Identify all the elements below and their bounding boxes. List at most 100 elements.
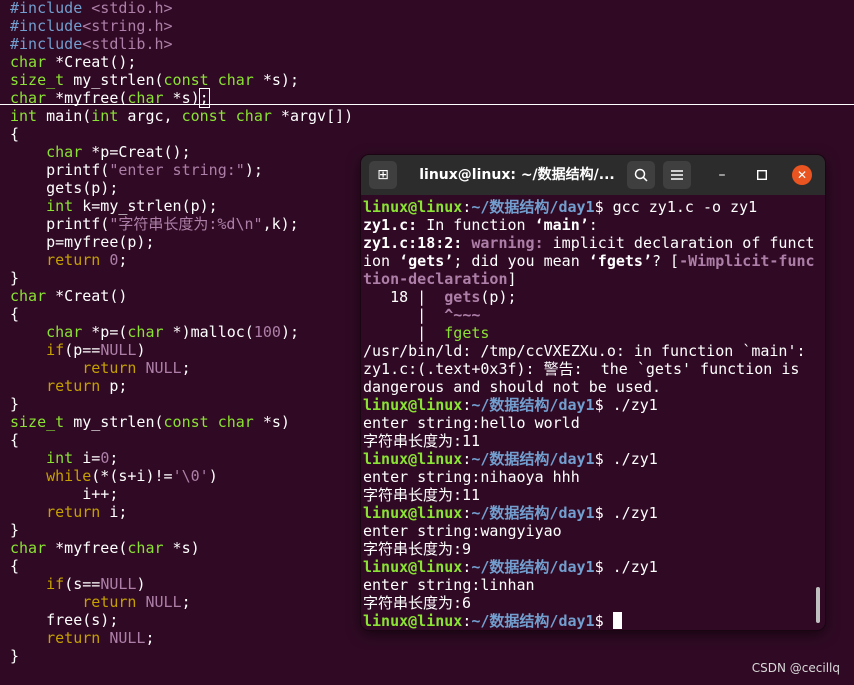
menu-button[interactable] bbox=[663, 161, 691, 189]
terminal-line: linux@linux:~/数据结构/day1$ ./zy1 bbox=[363, 504, 813, 522]
close-button[interactable]: ✕ bbox=[792, 165, 812, 185]
text-segment: *s); bbox=[253, 71, 299, 89]
text-segment: return bbox=[82, 593, 137, 611]
text-segment: { bbox=[10, 557, 20, 575]
terminal-line: /usr/bin/ld: /tmp/ccVXEZXu.o: in functio… bbox=[363, 342, 813, 360]
text-segment: *Creat(); bbox=[46, 53, 137, 71]
text-segment: free(s); bbox=[10, 611, 119, 629]
watermark: CSDN @cecillq bbox=[751, 661, 840, 675]
text-segment: char bbox=[10, 287, 47, 305]
text-segment: ; bbox=[181, 359, 191, 377]
terminal-line: | fgets bbox=[363, 324, 813, 342]
terminal-title: linux@linux: ~/数据结构/... bbox=[419, 167, 615, 183]
text-segment: ; bbox=[118, 251, 128, 269]
text-segment: size_t bbox=[10, 71, 65, 89]
text-segment: linux@linux bbox=[363, 396, 463, 414]
text-segment: ) bbox=[136, 341, 146, 359]
text-segment bbox=[10, 197, 46, 215]
text-segment: ~/数据结构/day1 bbox=[471, 504, 595, 522]
code-line: { bbox=[10, 125, 850, 143]
text-segment: ) bbox=[208, 467, 218, 485]
terminal-scrollbar[interactable] bbox=[816, 587, 820, 623]
text-segment: } bbox=[10, 521, 20, 539]
text-segment bbox=[209, 71, 218, 89]
text-segment: if bbox=[46, 341, 65, 359]
text-segment: "enter string:" bbox=[109, 161, 245, 179]
text-segment bbox=[10, 341, 46, 359]
text-segment: 字符串长度为:9 bbox=[363, 540, 472, 558]
new-tab-button[interactable]: ⊞ bbox=[369, 161, 397, 189]
text-segment: enter string:linhan bbox=[363, 576, 535, 594]
terminal-output[interactable]: linux@linux:~/数据结构/day1$ gcc zy1.c -o zy… bbox=[363, 198, 815, 630]
code-line: #include<stdlib.h> bbox=[10, 35, 850, 53]
text-segment bbox=[100, 629, 109, 647]
text-segment: fgets bbox=[444, 324, 490, 342]
text-segment: char bbox=[10, 53, 47, 71]
text-segment: ion bbox=[363, 252, 400, 270]
text-segment bbox=[10, 359, 82, 377]
text-segment: $ ./zy1 bbox=[594, 504, 658, 522]
terminal-line: enter string:linhan bbox=[363, 576, 813, 594]
code-line: char *Creat(); bbox=[10, 53, 850, 71]
text-segment: *p=Creat(); bbox=[82, 143, 191, 161]
text-segment: const bbox=[163, 71, 209, 89]
terminal-titlebar[interactable]: ⊞ linux@linux: ~/数据结构/... – ✕ bbox=[361, 155, 825, 195]
text-segment: linux@linux bbox=[363, 450, 463, 468]
search-button[interactable] bbox=[627, 161, 655, 189]
minimize-button[interactable]: – bbox=[712, 165, 732, 185]
text-segment bbox=[10, 503, 46, 521]
terminal-line: zy1.c:18:2: warning: implicit declaratio… bbox=[363, 234, 815, 252]
terminal-line: zy1.c: In function ‘main’: bbox=[363, 216, 813, 234]
text-segment: <stdlib.h> bbox=[82, 35, 173, 53]
text-segment: tion-declaration bbox=[363, 270, 508, 288]
text-segment: ‘fgets’ bbox=[588, 252, 652, 270]
text-segment: p=myfree(p); bbox=[10, 233, 155, 251]
text-segment: char bbox=[46, 323, 83, 341]
text-segment: "字符串长度为:%d\n" bbox=[109, 215, 263, 233]
text-segment: zy1.c: bbox=[363, 216, 418, 234]
text-segment: ; did you mean bbox=[453, 252, 589, 270]
terminal-line: | ^~~~ bbox=[363, 306, 813, 324]
text-segment: ~/数据结构/day1 bbox=[471, 198, 595, 216]
terminal-line: enter string:hello world bbox=[363, 414, 813, 432]
text-segment: return bbox=[46, 251, 101, 269]
text-segment: ~/数据结构/day1 bbox=[471, 450, 595, 468]
hamburger-menu-icon bbox=[671, 170, 683, 180]
text-segment: ); bbox=[244, 161, 263, 179]
text-segment bbox=[10, 323, 46, 341]
maximize-button[interactable] bbox=[752, 165, 772, 185]
text-segment: while bbox=[46, 467, 92, 485]
text-segment: } bbox=[10, 647, 20, 665]
text-segment: *p=( bbox=[82, 323, 128, 341]
text-segment: NULL bbox=[145, 593, 182, 611]
text-segment: char bbox=[217, 71, 254, 89]
text-segment: (*(s+i)!= bbox=[91, 467, 173, 485]
text-segment: NULL bbox=[100, 575, 137, 593]
text-segment: my_strlen( bbox=[64, 413, 164, 431]
text-segment: ; bbox=[181, 593, 191, 611]
text-segment: $ ./zy1 bbox=[594, 396, 658, 414]
text-segment: zy1.c:(.text+0x3f): 警告: the `gets' funct… bbox=[363, 360, 800, 378]
text-segment: char bbox=[127, 323, 164, 341]
terminal-line: 18 | gets(p); bbox=[363, 288, 813, 306]
text-segment: my_strlen( bbox=[64, 71, 164, 89]
text-segment: (s== bbox=[64, 575, 101, 593]
terminal-line: enter string:wangyiyao bbox=[363, 522, 813, 540]
text-segment: | bbox=[363, 306, 445, 324]
text-segment: dangerous and should not be used. bbox=[363, 378, 662, 396]
text-segment: /usr/bin/ld: /tmp/ccVXEZXu.o: in functio… bbox=[363, 342, 806, 360]
terminal-window[interactable]: ⊞ linux@linux: ~/数据结构/... – ✕ linux@linu… bbox=[361, 155, 825, 630]
text-segment: <stdio.h> bbox=[91, 0, 173, 17]
terminal-line: 字符串长度为:6 bbox=[363, 594, 813, 612]
terminal-line: tion-declaration] bbox=[363, 270, 813, 288]
text-segment: ~/数据结构/day1 bbox=[471, 396, 595, 414]
text-segment: printf( bbox=[10, 215, 110, 233]
text-segment: return bbox=[46, 629, 101, 647]
terminal-cursor bbox=[612, 612, 622, 629]
text-segment: ‘main’ bbox=[534, 216, 589, 234]
text-segment: zy1.c:18:2: bbox=[363, 234, 463, 252]
terminal-line: dangerous and should not be used. bbox=[363, 378, 813, 396]
text-segment: 100 bbox=[253, 323, 281, 341]
text-segment: ? [ bbox=[652, 252, 680, 270]
text-segment: *argv[]) bbox=[271, 107, 354, 125]
